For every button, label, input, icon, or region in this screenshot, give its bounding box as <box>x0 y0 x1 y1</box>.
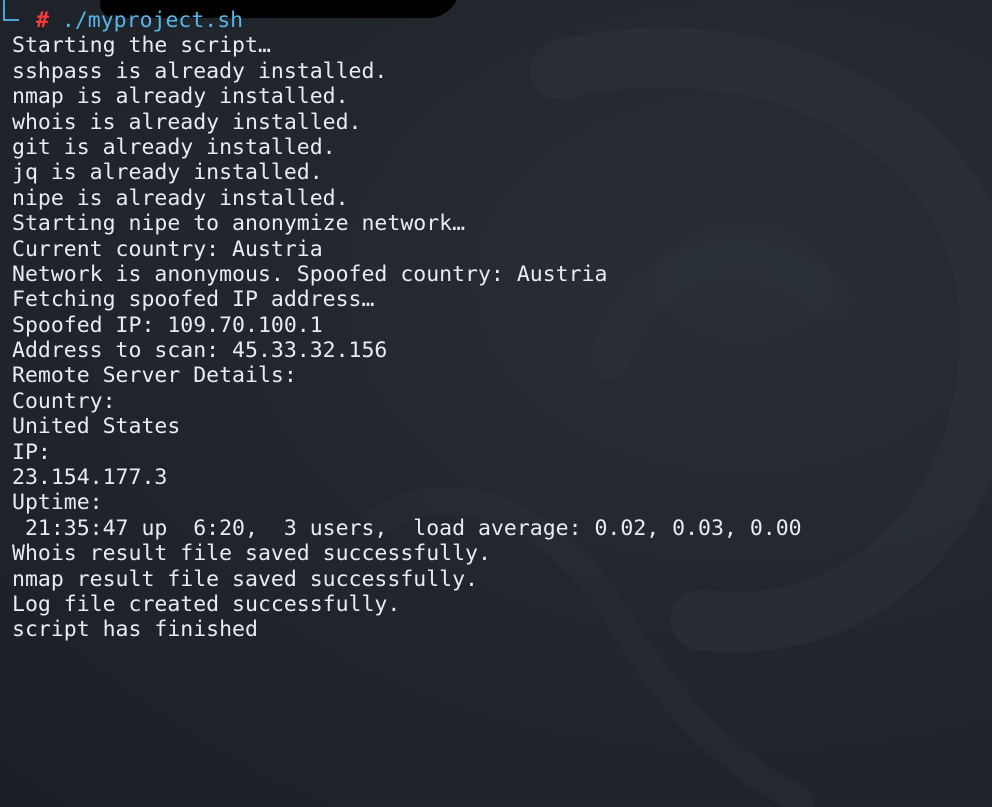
output-line: Fetching spoofed IP address… <box>12 287 375 313</box>
output-line: nmap result file saved successfully. <box>12 566 478 592</box>
command-text: ./myproject.sh <box>61 8 244 33</box>
output-line: Address to scan: 45.33.32.156 <box>12 338 388 364</box>
output-line: nipe is already installed. <box>12 185 349 211</box>
output-line: script has finished <box>12 617 258 643</box>
output-line: 23.154.177.3 <box>12 465 168 491</box>
output-line: Whois result file saved successfully. <box>12 541 491 567</box>
terminal-window[interactable]: # ./myproject.sh Starting the script… sshp… <box>0 0 992 807</box>
output-line: git is already installed. <box>12 134 336 160</box>
output-line: Starting the script… <box>12 33 271 59</box>
output-line: Spoofed IP: 109.70.100.1 <box>12 312 323 338</box>
prompt-line: # ./myproject.sh <box>3 0 992 33</box>
output-line: Log file created successfully. <box>12 591 401 617</box>
prompt-symbol: # <box>36 8 49 33</box>
output-line: whois is already installed. <box>12 109 362 135</box>
output-line: nmap is already installed. <box>12 84 349 110</box>
output-line: Network is anonymous. Spoofed country: A… <box>12 261 608 287</box>
output-line: Current country: Austria <box>12 236 323 262</box>
output-line: Uptime: <box>12 490 103 516</box>
output-line: Starting nipe to anonymize network… <box>12 211 466 237</box>
output-line: Remote Server Details: <box>12 363 297 389</box>
output-line: Country: <box>12 388 116 414</box>
terminal-output: # ./myproject.sh Starting the script… sshp… <box>3 0 992 643</box>
output-line: jq is already installed. <box>12 160 323 186</box>
output-line: sshpass is already installed. <box>12 58 388 84</box>
output-line: IP: <box>12 439 51 465</box>
output-line: 21:35:47 up 6:20, 3 users, load average:… <box>12 515 802 541</box>
output-line: United States <box>12 414 181 440</box>
prompt-corner-icon <box>3 0 19 21</box>
